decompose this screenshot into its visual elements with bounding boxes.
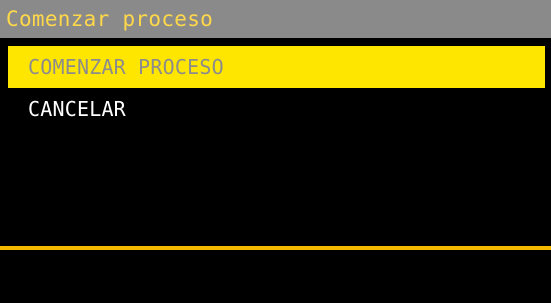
menu-item-comenzar-proceso[interactable]: COMENZAR PROCESO bbox=[8, 46, 545, 88]
screen-title: Comenzar proceso bbox=[6, 6, 214, 31]
device-screen: Comenzar proceso COMENZAR PROCESO CANCEL… bbox=[0, 0, 551, 303]
menu-item-cancelar[interactable]: CANCELAR bbox=[8, 88, 545, 130]
menu-list: COMENZAR PROCESO CANCELAR bbox=[8, 46, 545, 130]
title-bar: Comenzar proceso bbox=[0, 0, 551, 38]
menu-item-label: CANCELAR bbox=[28, 97, 126, 121]
footer-area bbox=[0, 250, 551, 303]
menu-item-label: COMENZAR PROCESO bbox=[28, 55, 224, 79]
